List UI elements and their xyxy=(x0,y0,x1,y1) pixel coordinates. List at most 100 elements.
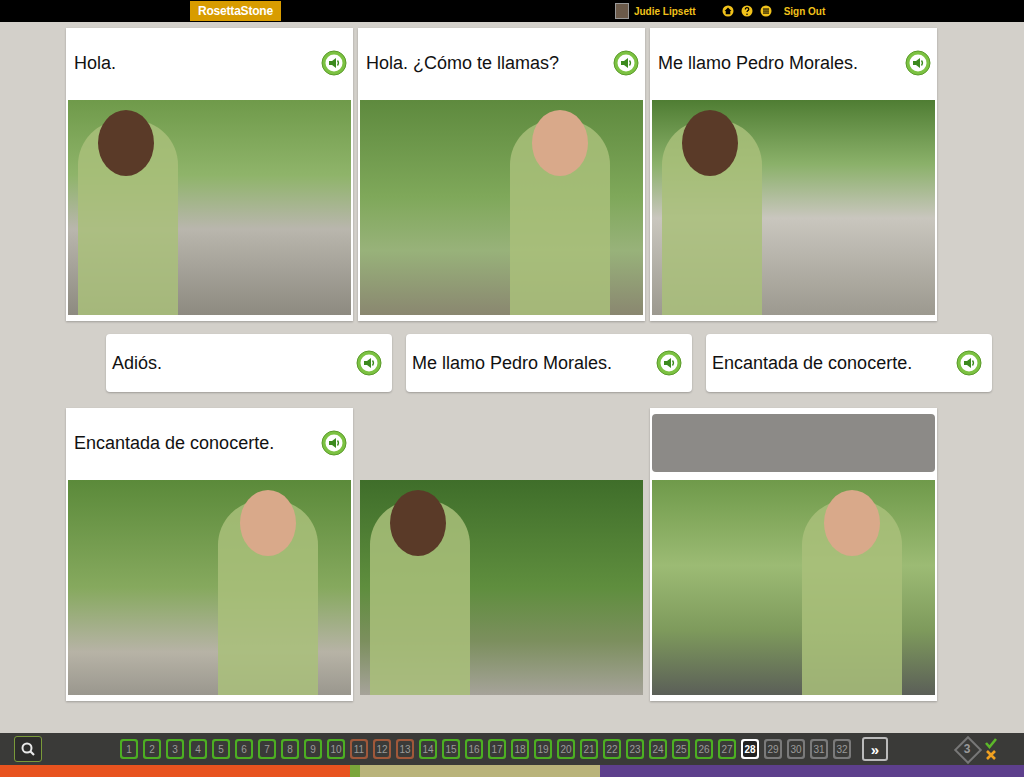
page-number[interactable]: 20 xyxy=(560,744,571,755)
page-button[interactable]: 14 xyxy=(419,739,437,759)
home-icon[interactable] xyxy=(722,5,734,17)
page-button[interactable]: 7 xyxy=(258,739,276,759)
decorative-strip xyxy=(0,765,1024,777)
picture-card xyxy=(358,408,645,701)
sign-out-link[interactable]: Sign Out xyxy=(784,6,826,17)
page-number[interactable]: 11 xyxy=(354,744,364,755)
page-button[interactable]: 3 xyxy=(166,739,184,759)
page-face: 6 xyxy=(237,741,251,757)
page-button[interactable]: 12 xyxy=(373,739,391,759)
page-number[interactable]: 17 xyxy=(491,744,502,755)
page-button[interactable]: 9 xyxy=(304,739,322,759)
answer-tile[interactable]: Encantada de conocerte. xyxy=(706,334,992,392)
page-number[interactable]: 6 xyxy=(241,744,247,755)
page-button[interactable]: 5 xyxy=(212,739,230,759)
page-button[interactable]: 6 xyxy=(235,739,253,759)
page-button[interactable]: 29 xyxy=(764,739,782,759)
page-button[interactable]: 24 xyxy=(649,739,667,759)
page-number[interactable]: 12 xyxy=(376,744,387,755)
page-button[interactable]: 8 xyxy=(281,739,299,759)
page-face: 16 xyxy=(467,741,481,757)
page-number[interactable]: 10 xyxy=(330,744,341,755)
answer-text[interactable]: Adiós. xyxy=(112,353,162,374)
page-button[interactable]: 11 xyxy=(350,739,368,759)
empty-drop-slot[interactable] xyxy=(652,414,935,472)
page-number[interactable]: 24 xyxy=(652,744,663,755)
page-number[interactable]: 32 xyxy=(836,744,847,755)
page-number[interactable]: 14 xyxy=(422,744,433,755)
page-number[interactable]: 7 xyxy=(264,744,270,755)
page-number[interactable]: 18 xyxy=(514,744,525,755)
logo[interactable]: RosettaStone xyxy=(190,1,281,21)
page-number[interactable]: 27 xyxy=(721,744,732,755)
page-button[interactable]: 27 xyxy=(718,739,736,759)
page-button[interactable]: 1 xyxy=(120,739,138,759)
page-button[interactable]: 18 xyxy=(511,739,529,759)
speaker-icon[interactable] xyxy=(356,350,382,376)
speaker-icon[interactable] xyxy=(321,430,347,456)
scene-photo xyxy=(652,100,935,315)
user-info: Judie Lipsett xyxy=(615,3,696,19)
page-button[interactable]: 20 xyxy=(557,739,575,759)
page-button[interactable]: 19 xyxy=(534,739,552,759)
page-face: 24 xyxy=(651,741,665,757)
answer-tile[interactable]: Me llamo Pedro Morales. xyxy=(406,334,692,392)
page-number[interactable]: 3 xyxy=(172,744,178,755)
nav-icons xyxy=(722,5,772,17)
speaker-icon[interactable] xyxy=(956,350,982,376)
zoom-button[interactable] xyxy=(14,736,42,762)
answer-tiles: Adiós. Me llamo Pedro Morales. Encantada d… xyxy=(106,334,1014,392)
help-icon[interactable] xyxy=(741,5,753,17)
page-face: 14 xyxy=(421,741,435,757)
page-number[interactable]: 5 xyxy=(218,744,224,755)
page-button[interactable]: 4 xyxy=(189,739,207,759)
page-button[interactable]: 21 xyxy=(580,739,598,759)
page-number[interactable]: 25 xyxy=(675,744,686,755)
page-number[interactable]: 9 xyxy=(310,744,316,755)
page-button[interactable]: 23 xyxy=(626,739,644,759)
page-number[interactable]: 23 xyxy=(629,744,640,755)
page-number[interactable]: 15 xyxy=(445,744,456,755)
page-button[interactable]: 28 xyxy=(741,739,759,759)
page-number[interactable]: 4 xyxy=(195,744,201,755)
page-button[interactable]: 32 xyxy=(833,739,851,759)
next-arrow[interactable]: » xyxy=(871,742,879,757)
page-number[interactable]: 22 xyxy=(606,744,617,755)
page-button[interactable]: 13 xyxy=(396,739,414,759)
page-button[interactable]: 26 xyxy=(695,739,713,759)
answer-text[interactable]: Encantada de conocerte. xyxy=(712,353,912,374)
top-bar: RosettaStone Judie Lipsett Sign Out xyxy=(0,0,1024,22)
magnifier-icon[interactable] xyxy=(20,741,36,757)
page-face: 9 xyxy=(306,741,320,757)
page-button[interactable]: 2 xyxy=(143,739,161,759)
page-number[interactable]: 31 xyxy=(813,744,824,755)
page-button[interactable]: 22 xyxy=(603,739,621,759)
menu-icon[interactable] xyxy=(760,5,772,17)
answer-text[interactable]: Me llamo Pedro Morales. xyxy=(412,353,612,374)
speaker-icon[interactable] xyxy=(613,50,639,76)
page-button[interactable]: 31 xyxy=(810,739,828,759)
speaker-icon[interactable] xyxy=(656,350,682,376)
page-number[interactable]: 19 xyxy=(537,744,548,755)
page-number[interactable]: 26 xyxy=(698,744,709,755)
scene-photo xyxy=(652,480,935,695)
page-number[interactable]: 1 xyxy=(126,744,132,755)
answer-tile[interactable]: Adiós. xyxy=(106,334,392,392)
page-number[interactable]: 29 xyxy=(767,744,778,755)
page-button[interactable]: 15 xyxy=(442,739,460,759)
page-number[interactable]: 21 xyxy=(583,744,594,755)
speaker-icon[interactable] xyxy=(321,50,347,76)
next-button[interactable]: » xyxy=(862,737,888,761)
page-number[interactable]: 28 xyxy=(744,744,755,755)
page-number[interactable]: 30 xyxy=(790,744,801,755)
page-button[interactable]: 30 xyxy=(787,739,805,759)
page-button[interactable]: 10 xyxy=(327,739,345,759)
page-number[interactable]: 2 xyxy=(149,744,155,755)
page-number[interactable]: 13 xyxy=(399,744,410,755)
page-button[interactable]: 16 xyxy=(465,739,483,759)
page-number[interactable]: 8 xyxy=(287,744,293,755)
page-button[interactable]: 17 xyxy=(488,739,506,759)
page-number[interactable]: 16 xyxy=(468,744,479,755)
speaker-icon[interactable] xyxy=(905,50,931,76)
page-button[interactable]: 25 xyxy=(672,739,690,759)
